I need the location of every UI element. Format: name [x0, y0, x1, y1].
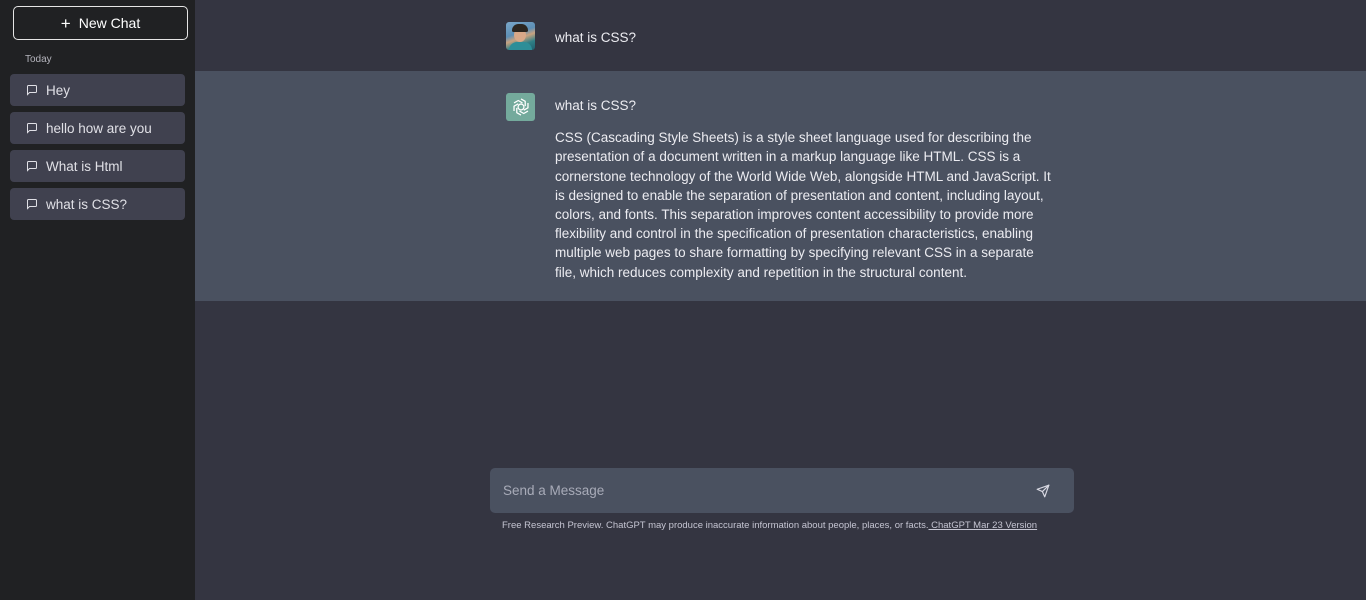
- version-link[interactable]: ChatGPT Mar 23 Version: [928, 520, 1037, 531]
- assistant-message: what is CSS? CSS (Cascading Style Sheets…: [506, 71, 1055, 301]
- chat-history-label: what is CSS?: [46, 196, 128, 212]
- chat-history-item[interactable]: what is CSS?: [10, 188, 185, 220]
- chat-main: what is CSS? what is CSS? CSS (Cascading…: [195, 0, 1366, 600]
- user-message-row: what is CSS?: [195, 0, 1366, 71]
- message-input[interactable]: [503, 483, 1036, 498]
- assistant-answer-text: CSS (Cascading Style Sheets) is a style …: [555, 130, 1051, 280]
- plus-icon: +: [60, 13, 71, 33]
- chat-bubble-icon: [27, 85, 37, 96]
- user-message: what is CSS?: [506, 0, 636, 71]
- send-icon: [1036, 484, 1050, 497]
- sidebar: + New Chat Today Hey hello how are you W…: [0, 0, 195, 600]
- new-chat-button[interactable]: + New Chat: [13, 6, 188, 40]
- chat-bubble-icon: [27, 161, 37, 172]
- message-composer: [490, 468, 1074, 513]
- chatgpt-logo-icon: [506, 93, 535, 121]
- user-message-text: what is CSS?: [555, 30, 637, 45]
- chat-history-label: What is Html: [46, 158, 123, 174]
- footer-disclaimer: Free Research Preview. ChatGPT may produ…: [502, 520, 1037, 531]
- assistant-message-row: what is CSS? CSS (Cascading Style Sheets…: [195, 71, 1366, 301]
- chat-history-item[interactable]: What is Html: [10, 150, 185, 182]
- new-chat-label: New Chat: [78, 15, 141, 31]
- chat-history-label: hello how are you: [46, 120, 152, 136]
- section-label-today: Today: [25, 54, 52, 65]
- app: + New Chat Today Hey hello how are you W…: [0, 0, 1366, 600]
- chat-bubble-icon: [27, 199, 37, 210]
- chat-history-item[interactable]: hello how are you: [10, 112, 185, 144]
- user-avatar: [506, 22, 535, 50]
- assistant-message-body: what is CSS? CSS (Cascading Style Sheets…: [555, 93, 1055, 301]
- disclaimer-text: Free Research Preview. ChatGPT may produ…: [502, 520, 929, 531]
- chat-bubble-icon: [27, 123, 37, 134]
- chat-history-item[interactable]: Hey: [10, 74, 185, 106]
- chat-history-label: Hey: [46, 82, 71, 98]
- chat-list: Hey hello how are you What is Html what …: [10, 74, 185, 220]
- send-button[interactable]: [1036, 484, 1050, 498]
- assistant-question-echo: what is CSS?: [555, 98, 637, 113]
